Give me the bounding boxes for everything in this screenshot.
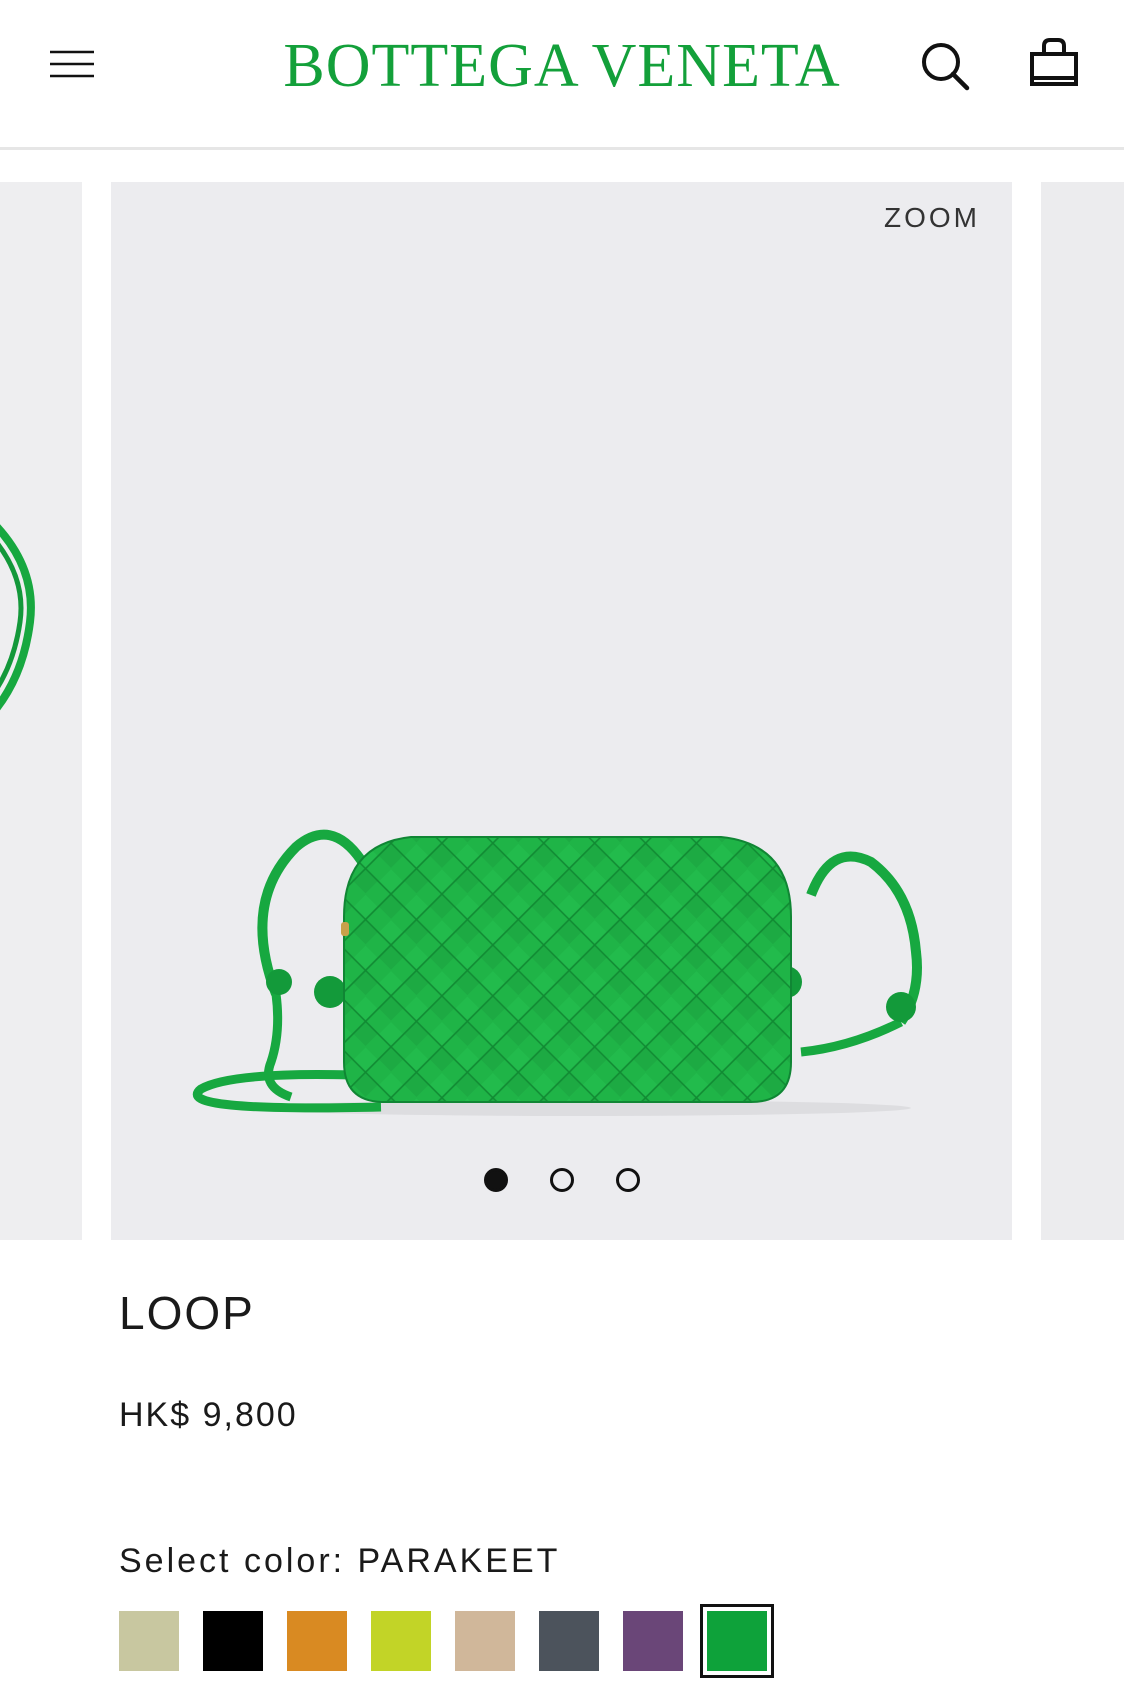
slide-dot-1[interactable]: [483, 1168, 508, 1192]
product-name: LOOP: [119, 1287, 255, 1339]
site-header: BOTTEGA VENETA: [0, 0, 1124, 150]
product-price: HK$ 9,800: [119, 1396, 298, 1434]
color-swatches: [119, 1604, 774, 1678]
brand-logo[interactable]: BOTTEGA VENETA: [283, 26, 839, 106]
hamburger-menu-icon[interactable]: [44, 44, 100, 84]
next-slide-image[interactable]: [1041, 182, 1124, 1240]
shopping-bag-icon[interactable]: [1024, 36, 1084, 96]
loop-bag-image: [192, 829, 922, 1116]
product-gallery[interactable]: ZOOM: [0, 182, 1124, 1240]
main-product-image[interactable]: ZOOM: [111, 182, 1012, 1240]
slide-indicators: [111, 1168, 1012, 1198]
previous-slide-image[interactable]: [0, 182, 82, 1240]
zoom-button[interactable]: ZOOM: [884, 202, 980, 234]
color-swatch-7[interactable]: [623, 1611, 683, 1671]
selected-color-label: Select color: PARAKEET: [119, 1542, 561, 1580]
color-swatch-2[interactable]: [203, 1611, 263, 1671]
color-swatch-5[interactable]: [455, 1611, 515, 1671]
slide-dot-2[interactable]: [549, 1168, 574, 1192]
color-swatch-3[interactable]: [287, 1611, 347, 1671]
search-icon[interactable]: [915, 36, 975, 96]
color-swatch-4[interactable]: [371, 1611, 431, 1671]
slide-dot-3[interactable]: [615, 1168, 640, 1192]
color-swatch-8[interactable]: [700, 1604, 774, 1678]
color-swatch-1[interactable]: [119, 1611, 179, 1671]
color-swatch-6[interactable]: [539, 1611, 599, 1671]
